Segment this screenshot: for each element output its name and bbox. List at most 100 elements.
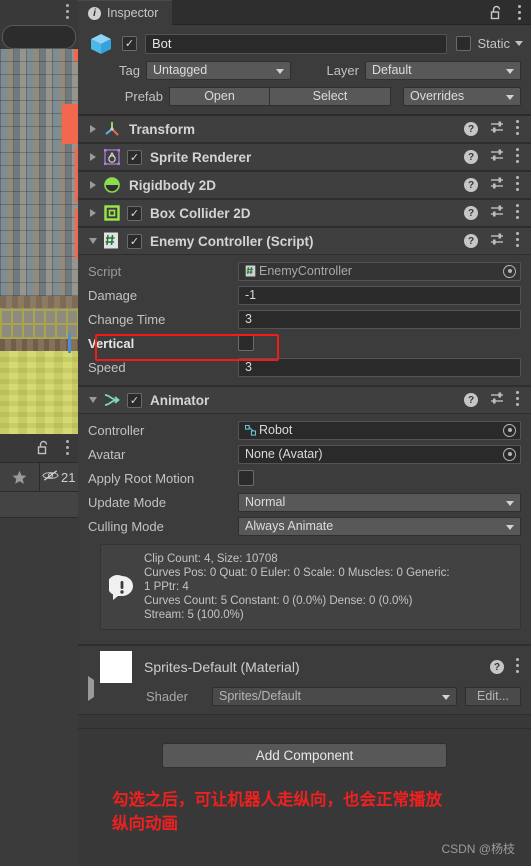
scene-status-toolbar: 21: [0, 462, 78, 492]
scene-bottom-kebab-icon[interactable]: [66, 440, 70, 455]
shader-edit-button[interactable]: Edit...: [465, 686, 521, 706]
annotation-line-2: 纵向动画: [112, 814, 178, 833]
prefab-select-button[interactable]: Select: [269, 86, 391, 106]
field-row-controller: Controller Robot: [78, 418, 531, 442]
settings-sliders-icon[interactable]: [490, 148, 504, 167]
cs-script-icon: [245, 265, 256, 277]
hidden-count-label: 21: [61, 469, 76, 485]
component-header-sprite-renderer[interactable]: ✓ Sprite Renderer ?: [78, 143, 531, 171]
prefab-row: Prefab Open Select Overrides: [78, 84, 531, 108]
favorite-star-icon[interactable]: [0, 463, 39, 491]
field-label: Speed: [88, 359, 126, 375]
update-mode-dropdown[interactable]: Normal: [238, 492, 521, 512]
gameobject-name-row: ✓ Bot Static: [78, 31, 531, 56]
layer-dropdown[interactable]: Default: [365, 60, 521, 80]
tab-inspector[interactable]: i Inspector: [78, 0, 173, 25]
foldout-arrow-icon[interactable]: [86, 238, 99, 244]
kebab-menu-icon[interactable]: [516, 148, 520, 166]
kebab-menu-icon[interactable]: [516, 120, 520, 138]
kebab-menu-icon[interactable]: [516, 204, 520, 222]
kebab-menu-icon[interactable]: [516, 176, 520, 194]
help-circle-icon[interactable]: ?: [464, 393, 478, 407]
lock-open-icon[interactable]: [37, 440, 50, 460]
info-line: Curves Count: 5 Constant: 0 (0.0%) Dense…: [144, 595, 413, 607]
kebab-menu-icon[interactable]: [516, 658, 520, 676]
component-header-rigidbody-2d[interactable]: Rigidbody 2D ?: [78, 171, 531, 199]
script-object-field[interactable]: EnemyController: [238, 261, 521, 281]
object-picker-icon[interactable]: [503, 447, 516, 461]
field-row-speed: Speed 3: [78, 355, 531, 379]
help-circle-icon[interactable]: ?: [464, 122, 478, 136]
gameobject-enabled-checkbox[interactable]: ✓: [122, 36, 137, 51]
foldout-arrow-icon[interactable]: [86, 397, 99, 403]
component-enabled-checkbox[interactable]: ✓: [127, 149, 142, 165]
object-picker-icon[interactable]: [503, 423, 516, 437]
settings-sliders-icon[interactable]: [490, 120, 504, 139]
settings-sliders-icon[interactable]: [490, 204, 504, 223]
static-dropdown-arrow-icon[interactable]: [515, 41, 523, 46]
hidden-objects-counter[interactable]: 21: [38, 463, 79, 491]
field-label: Vertical: [88, 335, 135, 351]
watermark: CSDN @杨枝: [441, 842, 515, 856]
prefab-overrides-dropdown[interactable]: Overrides: [403, 86, 521, 106]
foldout-arrow-icon[interactable]: [86, 153, 99, 161]
field-row-avatar: Avatar None (Avatar): [78, 442, 531, 466]
component-header-box-collider-2d[interactable]: ✓ Box Collider 2D ?: [78, 199, 531, 227]
animator-info-box: Clip Count: 4, Size: 10708 Curves Pos: 0…: [100, 544, 521, 630]
prefab-label: Prefab: [124, 88, 163, 104]
settings-sliders-icon[interactable]: [490, 232, 504, 251]
scene-canvas[interactable]: [0, 49, 78, 434]
component-enabled-checkbox[interactable]: ✓: [127, 233, 142, 249]
component-header-icons: ?: [464, 120, 520, 139]
vertical-checkbox[interactable]: [238, 335, 254, 351]
object-picker-icon[interactable]: [503, 264, 516, 278]
transform-axis-icon: [103, 120, 121, 138]
material-shader-row: Shader Sprites/Default Edit...: [78, 676, 531, 708]
component-header-transform[interactable]: Transform ?: [78, 115, 531, 143]
help-circle-icon[interactable]: ?: [464, 150, 478, 164]
static-checkbox[interactable]: [456, 36, 472, 51]
scene-kebab-icon[interactable]: [66, 4, 70, 21]
kebab-menu-icon[interactable]: [516, 391, 520, 409]
component-title: Enemy Controller (Script): [150, 233, 314, 249]
add-component-button[interactable]: Add Component: [162, 743, 447, 768]
scene-search-input[interactable]: [2, 25, 76, 49]
help-circle-icon[interactable]: ?: [490, 660, 504, 674]
help-circle-icon[interactable]: ?: [464, 178, 478, 192]
component-enabled-checkbox[interactable]: ✓: [127, 205, 142, 221]
component-header-animator[interactable]: ✓ Animator ?: [78, 386, 531, 414]
kebab-menu-icon[interactable]: [516, 232, 520, 250]
scene-object-red-1[interactable]: [62, 104, 78, 144]
chevron-down-icon: [506, 94, 514, 100]
field-label: Apply Root Motion: [88, 470, 195, 486]
tab-inspector-label: Inspector: [107, 6, 159, 20]
gameobject-name-input[interactable]: Bot: [145, 33, 448, 54]
apply-root-motion-checkbox[interactable]: [238, 470, 254, 486]
prefab-open-button[interactable]: Open: [169, 86, 269, 106]
settings-sliders-icon[interactable]: [490, 391, 504, 410]
material-foldout-arrow-icon[interactable]: [88, 676, 94, 701]
controller-object-field[interactable]: Robot: [238, 420, 521, 440]
component-enabled-checkbox[interactable]: ✓: [127, 392, 142, 408]
prefab-overrides-value: Overrides: [410, 89, 465, 103]
foldout-arrow-icon[interactable]: [86, 125, 99, 133]
component-header-enemy-controller[interactable]: ✓ Enemy Controller (Script) ?: [78, 227, 531, 255]
change-time-input[interactable]: 3: [238, 309, 521, 329]
speed-input[interactable]: 3: [238, 357, 521, 377]
rigidbody-2d-icon: [103, 176, 121, 194]
tag-layer-row: Tag Untagged Layer Default: [78, 58, 531, 82]
foldout-arrow-icon[interactable]: [86, 181, 99, 189]
avatar-object-field[interactable]: None (Avatar): [238, 444, 521, 464]
damage-input[interactable]: -1: [238, 285, 521, 305]
inspector-lock-icon[interactable]: [490, 5, 503, 25]
settings-sliders-icon[interactable]: [490, 176, 504, 195]
foldout-arrow-icon[interactable]: [86, 209, 99, 217]
material-header-icons: ?: [490, 658, 520, 676]
inspector-kebab-icon[interactable]: [518, 5, 522, 23]
shader-dropdown[interactable]: Sprites/Default: [212, 686, 457, 706]
help-circle-icon[interactable]: ?: [464, 234, 478, 248]
tag-dropdown[interactable]: Untagged: [146, 60, 291, 80]
help-circle-icon[interactable]: ?: [464, 206, 478, 220]
culling-mode-dropdown[interactable]: Always Animate: [238, 516, 521, 536]
field-value: Robot: [259, 423, 293, 437]
